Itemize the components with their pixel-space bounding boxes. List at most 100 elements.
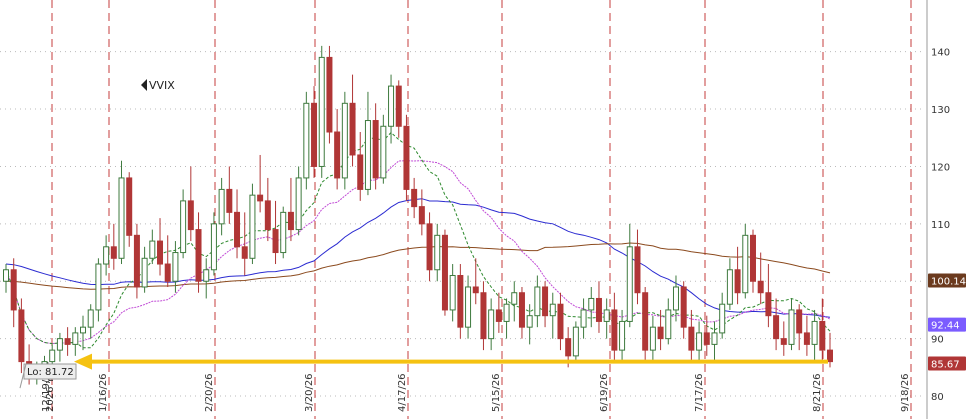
candle-body[interactable]: [95, 263, 102, 311]
candle-body[interactable]: [187, 200, 194, 231]
candle-body[interactable]: [311, 102, 318, 167]
candle-body[interactable]: [503, 303, 510, 322]
candle-body[interactable]: [64, 338, 71, 345]
candle-body[interactable]: [611, 309, 618, 351]
candle-body[interactable]: [280, 211, 287, 254]
candle-body[interactable]: [103, 246, 110, 265]
candle-body[interactable]: [703, 332, 710, 345]
candle-body[interactable]: [234, 211, 241, 248]
candle-body[interactable]: [811, 320, 818, 345]
candle-body[interactable]: [272, 229, 279, 254]
candle-body[interactable]: [418, 206, 425, 225]
candle-body[interactable]: [626, 246, 633, 322]
candle-body[interactable]: [395, 85, 402, 127]
candle-body[interactable]: [226, 188, 233, 213]
candle-body[interactable]: [264, 200, 271, 231]
candle-body[interactable]: [649, 326, 656, 351]
candle-body[interactable]: [457, 275, 464, 328]
candle-body[interactable]: [326, 56, 333, 133]
candle-body[interactable]: [518, 292, 525, 328]
candle-body[interactable]: [719, 303, 726, 334]
candle-body[interactable]: [580, 309, 587, 328]
candle-body[interactable]: [380, 125, 387, 179]
candle-body[interactable]: [18, 309, 25, 363]
candle-body[interactable]: [634, 246, 641, 294]
candle-body[interactable]: [172, 252, 179, 282]
candlestick-chart[interactable]: 8090100110120130140 100.1492.4485.67 12/…: [0, 0, 970, 419]
candle-body[interactable]: [72, 332, 79, 345]
candle-body[interactable]: [672, 286, 679, 311]
candle-body[interactable]: [403, 125, 410, 190]
candle-body[interactable]: [388, 85, 395, 127]
candle-body[interactable]: [549, 303, 556, 317]
candle-body[interactable]: [734, 269, 741, 294]
candle-body[interactable]: [426, 223, 433, 271]
symbol-label[interactable]: VVIX: [141, 79, 175, 92]
candle-body[interactable]: [357, 154, 364, 190]
candle-body[interactable]: [773, 315, 780, 340]
candle-body[interactable]: [688, 326, 695, 351]
candle-body[interactable]: [780, 338, 787, 345]
candle-body[interactable]: [572, 326, 579, 357]
candle-body[interactable]: [726, 269, 733, 305]
candle-body[interactable]: [534, 286, 541, 317]
candle-body[interactable]: [49, 349, 56, 363]
candle-body[interactable]: [56, 338, 63, 351]
candle-body[interactable]: [657, 326, 664, 340]
candle-body[interactable]: [488, 309, 495, 340]
candle-body[interactable]: [765, 292, 772, 317]
chart-area[interactable]: 8090100110120130140 100.1492.4485.67 12/…: [0, 0, 970, 419]
candle-body[interactable]: [241, 246, 248, 259]
candle-body[interactable]: [141, 257, 148, 288]
candle-body[interactable]: [364, 120, 371, 190]
candle-body[interactable]: [680, 286, 687, 328]
candle-body[interactable]: [665, 309, 672, 340]
candle-body[interactable]: [334, 131, 341, 179]
candle-body[interactable]: [203, 269, 210, 282]
candle-body[interactable]: [472, 286, 479, 294]
candle-body[interactable]: [595, 297, 602, 322]
candle-body[interactable]: [526, 315, 533, 328]
candle-body[interactable]: [642, 292, 649, 351]
candle-body[interactable]: [10, 269, 17, 311]
candle-body[interactable]: [441, 234, 448, 311]
candle-body[interactable]: [827, 349, 833, 363]
candle-body[interactable]: [118, 177, 125, 259]
candle-body[interactable]: [87, 309, 94, 328]
candle-body[interactable]: [511, 292, 518, 305]
candle-body[interactable]: [164, 263, 171, 282]
candle-body[interactable]: [218, 188, 225, 225]
candle-body[interactable]: [133, 234, 140, 288]
candle-body[interactable]: [3, 269, 9, 282]
candle-body[interactable]: [757, 280, 764, 294]
candle-body[interactable]: [588, 297, 595, 311]
candle-body[interactable]: [434, 234, 441, 271]
candle-body[interactable]: [372, 120, 379, 179]
candle-body[interactable]: [788, 309, 795, 345]
candle-body[interactable]: [210, 223, 217, 271]
candle-body[interactable]: [711, 332, 718, 345]
candle-body[interactable]: [126, 177, 133, 236]
candle-body[interactable]: [749, 234, 756, 282]
candle-body[interactable]: [349, 102, 356, 156]
candle-body[interactable]: [257, 194, 264, 202]
candle-body[interactable]: [619, 320, 626, 351]
candle-body[interactable]: [542, 286, 549, 317]
candle-body[interactable]: [341, 102, 348, 179]
candle-body[interactable]: [557, 303, 564, 340]
candle-body[interactable]: [411, 188, 418, 208]
candle-body[interactable]: [295, 177, 302, 231]
candle-body[interactable]: [110, 246, 117, 259]
candle-body[interactable]: [195, 229, 202, 282]
candle-body[interactable]: [157, 240, 164, 265]
candle-body[interactable]: [742, 234, 749, 294]
candle-body[interactable]: [249, 194, 256, 259]
candle-body[interactable]: [303, 102, 310, 179]
candle-body[interactable]: [149, 240, 156, 259]
candle-body[interactable]: [180, 200, 187, 254]
candle-body[interactable]: [287, 211, 294, 231]
candle-body[interactable]: [80, 326, 87, 334]
candle-body[interactable]: [819, 320, 826, 351]
candle-body[interactable]: [603, 309, 610, 322]
candle-body[interactable]: [696, 332, 703, 351]
